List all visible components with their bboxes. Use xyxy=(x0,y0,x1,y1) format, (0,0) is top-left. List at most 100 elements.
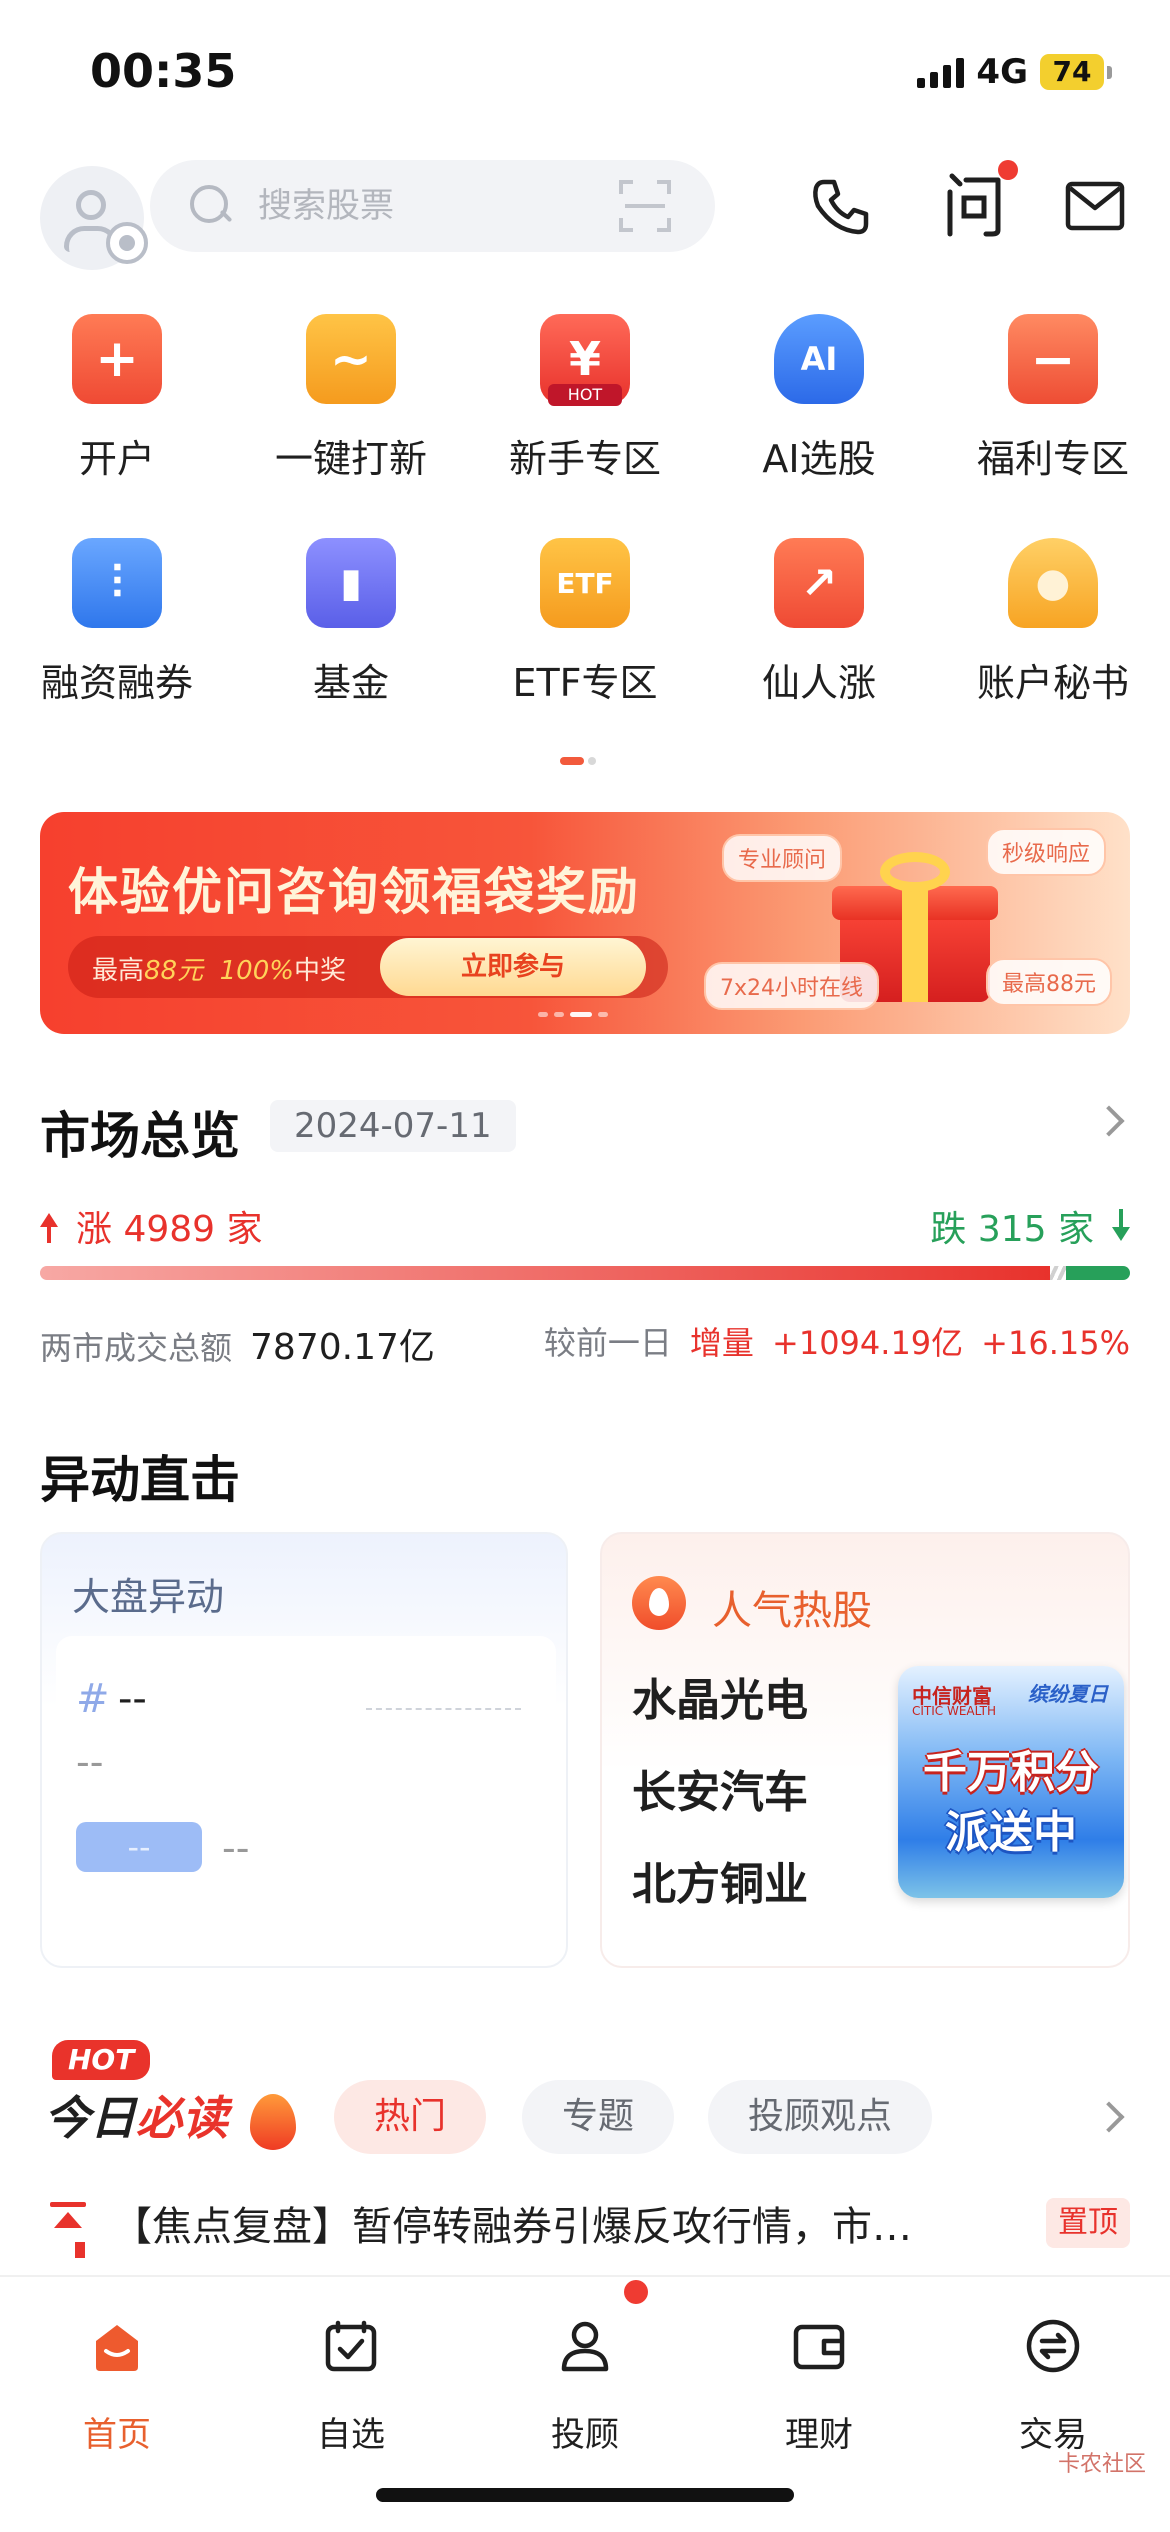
home-indicator[interactable] xyxy=(376,2488,794,2502)
menu-item-ai-stock[interactable]: AI AI选股 xyxy=(702,300,936,520)
bar-chart-icon: ▮ xyxy=(306,538,396,628)
tab-advisor-views[interactable]: 投顾观点 xyxy=(708,2080,933,2154)
banner-page-indicator xyxy=(538,1012,608,1017)
phone-icon[interactable] xyxy=(810,176,872,238)
menu-item-label: 融资融券 xyxy=(40,661,193,705)
home-icon xyxy=(96,2325,138,2371)
compare-change-label: 增量 xyxy=(689,1324,754,1362)
menu-item-welfare[interactable]: − 福利专区 xyxy=(936,300,1170,520)
pinned-tag: 置顶 xyxy=(1046,2198,1130,2248)
turnover-row: 两市成交总额 7870.17亿 较前一日 增量 +1094.19亿 +16.15% xyxy=(40,1318,1130,1370)
chevron-right-icon[interactable] xyxy=(1093,1105,1125,1137)
hot-stock-item[interactable]: 水晶光电 xyxy=(632,1664,808,1728)
tab-hot[interactable]: 热门 xyxy=(334,2080,487,2154)
nav-trade[interactable]: 交易 xyxy=(936,2297,1170,2457)
market-date: 2024-07-11 xyxy=(270,1100,516,1152)
wallet-icon xyxy=(793,2324,845,2370)
search-input[interactable] xyxy=(258,186,598,226)
notification-dot xyxy=(998,160,1018,180)
promo-banner[interactable]: 体验优问咨询领福袋奖励 最高88元 100%中奖 立即参与 专业顾问 秒级响应 … xyxy=(40,812,1130,1034)
menu-item-open-account[interactable]: + 开户 xyxy=(0,300,234,520)
menu-item-label: 开户 xyxy=(78,437,155,481)
nav-advisor[interactable]: 投顾 xyxy=(468,2297,702,2457)
menu-item-margin[interactable]: ⫶ 融资融券 xyxy=(0,524,234,744)
fall-segment xyxy=(1066,1266,1130,1280)
flame-icon xyxy=(250,2094,296,2150)
hot-stock-item[interactable]: 长安汽车 xyxy=(632,1756,808,1820)
nav-wealth[interactable]: 理财 xyxy=(702,2297,936,2457)
nav-home[interactable]: 首页 xyxy=(0,2297,234,2457)
signal-icon xyxy=(917,56,965,88)
hot-stocks-card[interactable]: 人气热股 水晶光电 长安汽车 北方铜业 中信财富 缤纷夏日 CITIC WEAL… xyxy=(600,1532,1130,1968)
banner-tag: 专业顾问 xyxy=(722,834,843,882)
avatar[interactable] xyxy=(40,166,148,270)
etf-icon: ETF xyxy=(540,538,630,628)
secretary-icon: ● xyxy=(1008,538,1098,628)
wen-icon[interactable] xyxy=(940,170,1010,240)
avatar-badge-icon xyxy=(106,222,148,264)
menu-item-secretary[interactable]: ● 账户秘书 xyxy=(936,524,1170,744)
menu-item-etf[interactable]: ETF ETF专区 xyxy=(468,524,702,744)
menu-item-label: 基金 xyxy=(312,661,389,705)
banner-tag: 秒级响应 xyxy=(986,828,1107,876)
arrow-up-icon xyxy=(40,1213,58,1243)
menu-item-label: 福利专区 xyxy=(976,437,1129,481)
market-movement-card[interactable]: 大盘异动 # -- -- -- -- xyxy=(40,1532,568,1968)
chevron-right-icon[interactable] xyxy=(1093,2101,1125,2133)
candlestick-icon: ⫶ xyxy=(72,538,162,628)
movement-chip: -- xyxy=(76,1822,202,1872)
hot-badge: HOT xyxy=(52,2040,151,2080)
compare-label: 较前一日 xyxy=(543,1324,672,1362)
status-bar: 00:35 4G 74 xyxy=(0,0,1170,140)
turnover-value: 7870.17亿 xyxy=(250,1327,435,1368)
nav-watchlist[interactable]: 自选 xyxy=(234,2297,468,2457)
menu-item-label: 新手专区 xyxy=(508,437,661,481)
plus-icon: + xyxy=(72,314,162,404)
menu-item-newbie[interactable]: ¥ HOT 新手专区 xyxy=(468,300,702,520)
nav-label: 首页 xyxy=(83,2415,151,2455)
card-title: 人气热股 xyxy=(712,1588,872,1634)
mail-icon[interactable] xyxy=(1064,178,1126,234)
menu-item-fund[interactable]: ▮ 基金 xyxy=(234,524,468,744)
nav-label: 理财 xyxy=(785,2415,853,2455)
fire-icon xyxy=(632,1576,686,1630)
movement-topic: -- xyxy=(118,1676,147,1722)
compare-percent: +16.15% xyxy=(981,1324,1130,1362)
menu-item-label: AI选股 xyxy=(762,437,876,481)
banner-tag: 7x24小时在线 xyxy=(704,962,880,1010)
tab-topics[interactable]: 专题 xyxy=(522,2080,675,2154)
menu-item-label: 一键打新 xyxy=(274,437,427,481)
ai-shield-icon: AI xyxy=(774,314,864,404)
battery-level: 74 xyxy=(1040,54,1104,90)
scan-icon[interactable] xyxy=(619,180,671,232)
compare-change-value: +1094.19亿 xyxy=(772,1324,964,1362)
fall-count: 跌 315 家 xyxy=(930,1200,1130,1252)
status-time: 00:35 xyxy=(90,44,237,98)
rise-count: 涨 4989 家 xyxy=(40,1200,263,1252)
notification-dot xyxy=(624,2280,648,2304)
news-item[interactable]: 【焦点复盘】暂停转融券引爆反攻行情，市… 置顶 xyxy=(40,2188,1130,2258)
movement-chip-value: -- xyxy=(222,1826,250,1870)
market-overview-title: 市场总览 xyxy=(40,1107,240,1165)
menu-item-xianrenzhang[interactable]: ↗ 仙人涨 xyxy=(702,524,936,744)
rise-fall-ratio-bar xyxy=(40,1266,1130,1280)
movement-detail: -- xyxy=(76,1740,104,1784)
rise-segment xyxy=(40,1266,1050,1280)
yen-hot-icon: ¥ HOT xyxy=(540,314,630,406)
menu-item-ipo[interactable]: ~ 一键打新 xyxy=(234,300,468,520)
must-read-title: 今日必读 xyxy=(44,2091,228,2145)
watchlist-icon xyxy=(325,2320,377,2372)
join-now-button[interactable]: 立即参与 xyxy=(380,938,646,996)
exchange-icon xyxy=(1026,2319,1080,2373)
search-bar[interactable] xyxy=(150,160,715,252)
points-promo-badge[interactable]: 中信财富 缤纷夏日 CITIC WEALTH 千万积分 派送中 xyxy=(898,1666,1124,1898)
movers-title: 异动直击 xyxy=(40,1451,240,1509)
nav-label: 自选 xyxy=(317,2415,385,2455)
hot-stock-item[interactable]: 北方铜业 xyxy=(632,1848,808,1912)
watermark: 卡农社区 xyxy=(1057,2452,1146,2477)
gift-box-icon: − xyxy=(1008,314,1098,404)
arrow-down-icon xyxy=(1112,1209,1130,1241)
battery-icon: 74 xyxy=(1040,54,1112,90)
advisor-icon xyxy=(561,2321,609,2372)
menu-page-indicator xyxy=(560,757,596,765)
